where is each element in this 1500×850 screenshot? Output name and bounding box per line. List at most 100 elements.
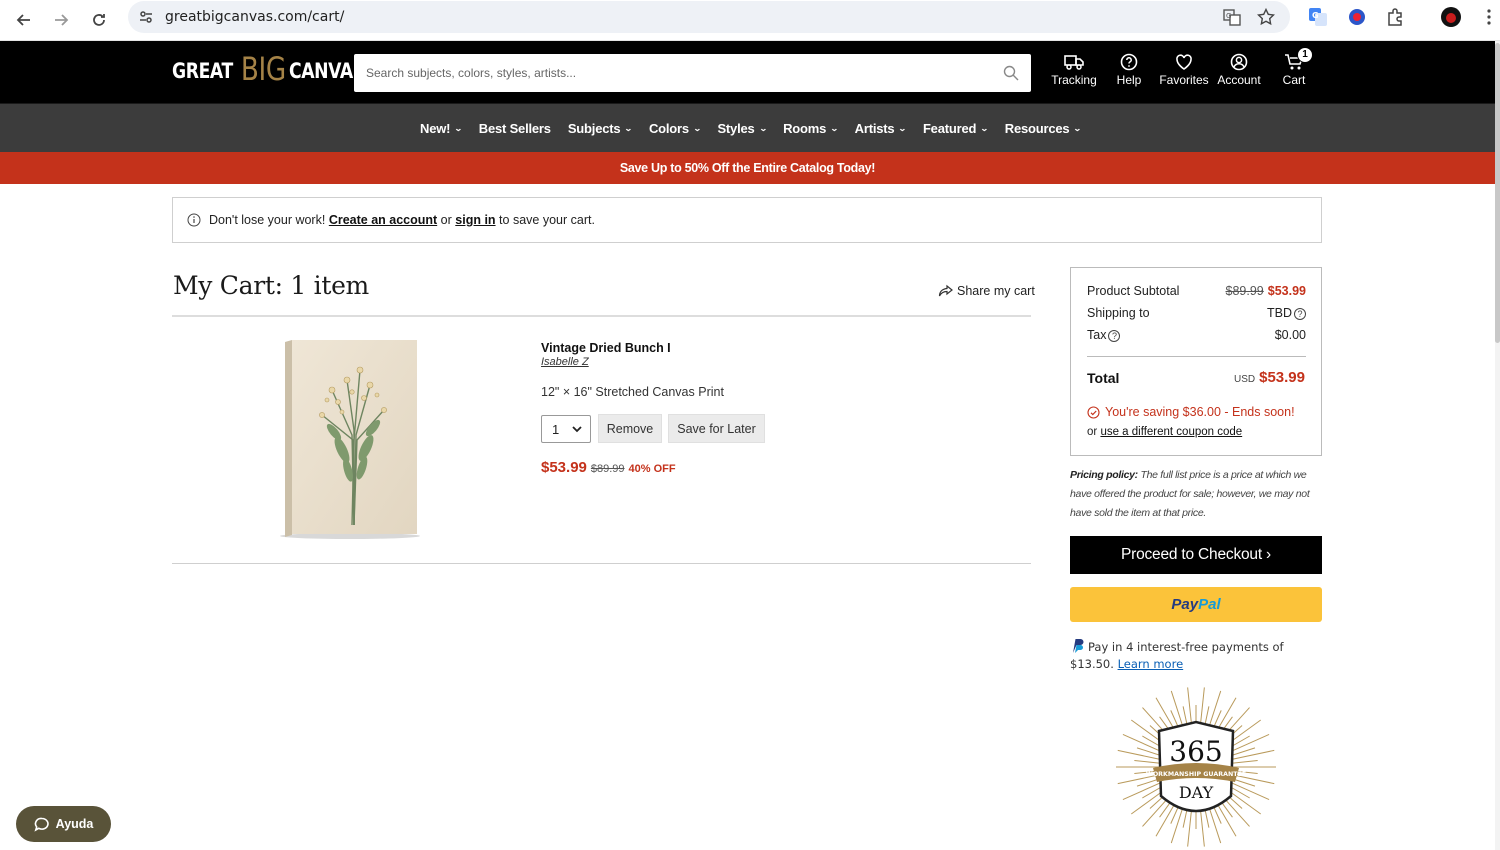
share-cart-link[interactable]: Share my cart	[938, 284, 1035, 298]
current-price: $53.99	[541, 459, 587, 476]
search-input[interactable]	[354, 54, 994, 92]
page-scrollbar[interactable]	[1495, 41, 1500, 850]
address-bar[interactable]: greatbigcanvas.com/cart/ G	[128, 1, 1290, 33]
notice-or: or	[440, 213, 452, 227]
cart-count-badge: 1	[1297, 47, 1313, 63]
guarantee-day: DAY	[1179, 783, 1214, 802]
guarantee-band: WORKMANSHIP GUARANTEE	[1146, 771, 1246, 778]
discount-badge: 40% OFF	[628, 463, 676, 475]
nav-item-subjects[interactable]: Subjects ⌄	[568, 121, 633, 136]
nav-item-styles[interactable]: Styles ⌄	[717, 121, 768, 136]
subtotal-now: $53.99	[1267, 284, 1306, 298]
notice-prefix: Don't lose your work!	[209, 213, 326, 227]
chevron-down-icon: ⌄	[692, 124, 702, 133]
coupon-row: or use a different coupon code	[1087, 426, 1243, 438]
chevron-down-icon: ⌄	[454, 124, 463, 133]
nav-item-resources[interactable]: Resources ⌄	[1005, 121, 1082, 136]
heart-icon	[1176, 54, 1192, 70]
shield-extension-icon[interactable]	[1346, 6, 1368, 28]
total-value: USD $53.99	[1233, 369, 1305, 386]
product-artist-link[interactable]: Isabelle Z	[541, 356, 589, 368]
bookmark-star-icon[interactable]	[1256, 7, 1276, 27]
search-box	[354, 54, 1031, 92]
chevron-down-icon: ⌄	[624, 124, 633, 133]
paypal-logo-icon	[1073, 639, 1084, 653]
chevron-down-icon: ⌄	[1073, 124, 1082, 133]
cart-button[interactable]: 1 Cart	[1264, 47, 1324, 87]
save-cart-notice: Don't lose your work! Create an account …	[172, 197, 1322, 243]
scrollbar-thumb[interactable]	[1495, 43, 1500, 343]
nav-item-rooms[interactable]: Rooms ⌄	[783, 121, 839, 136]
truck-icon	[1064, 55, 1084, 70]
help-icon	[1120, 53, 1138, 71]
share-icon	[938, 284, 953, 297]
product-image[interactable]	[272, 340, 420, 540]
check-circle-icon	[1087, 405, 1100, 419]
subtotal-was: $89.99	[1225, 284, 1264, 298]
extensions-puzzle-icon[interactable]	[1384, 6, 1406, 28]
site-header: GREAT BIG CANVAS. Tracking Help Favorite…	[0, 41, 1495, 103]
category-nav: New! ⌄ Best Sellers Subjects ⌄ Colors ⌄ Styles ⌄…	[0, 103, 1495, 152]
translate-icon[interactable]: G	[1222, 7, 1242, 27]
page-title: My Cart: 1 item	[173, 271, 369, 300]
promo-banner[interactable]: Save Up to 50% Off the Entire Catalog To…	[0, 152, 1495, 184]
svg-text:G: G	[1312, 11, 1319, 20]
nav-item-featured[interactable]: Featured ⌄	[923, 121, 989, 136]
divider	[172, 563, 1031, 564]
proceed-to-checkout-button[interactable]: Proceed to Checkout ›	[1070, 536, 1322, 574]
forward-icon[interactable]	[47, 6, 75, 34]
svg-text:G: G	[1226, 12, 1231, 20]
nav-item-best-sellers[interactable]: Best Sellers	[479, 121, 551, 136]
help-button[interactable]: Help	[1099, 53, 1159, 87]
product-name[interactable]: Vintage Dried Bunch I	[541, 341, 671, 355]
tracking-button[interactable]: Tracking	[1044, 53, 1104, 87]
account-icon	[1230, 53, 1248, 71]
search-icon[interactable]	[1003, 65, 1019, 81]
pay-later-message: Pay in 4 interest-free payments of $13.5…	[1070, 639, 1284, 671]
shipping-row: Shipping to TBD?	[1087, 306, 1306, 320]
info-icon	[187, 213, 201, 227]
chevron-down-icon: ⌄	[980, 124, 989, 133]
nav-item-colors[interactable]: Colors ⌄	[649, 121, 702, 136]
notice-suffix: to save your cart.	[499, 213, 595, 227]
product-price: $53.99 $89.99 40% OFF	[541, 459, 676, 476]
tax-help-icon[interactable]: ?	[1108, 330, 1121, 342]
back-icon[interactable]	[10, 6, 38, 34]
nav-item-artists[interactable]: Artists ⌄	[855, 121, 908, 136]
paypal-button[interactable]: Pay Pal	[1070, 587, 1322, 622]
nav-item-new[interactable]: New! ⌄	[420, 121, 463, 136]
shipping-help-icon[interactable]: ?	[1294, 308, 1306, 320]
learn-more-link[interactable]: Learn more	[1118, 657, 1184, 671]
divider	[1087, 356, 1306, 357]
savings-message: You're saving $36.00 - Ends soon!	[1087, 405, 1295, 419]
subtotal-row: Product Subtotal $89.99 $53.99	[1087, 284, 1306, 298]
order-summary: Product Subtotal $89.99 $53.99 Shipping t…	[1070, 267, 1322, 456]
original-price: $89.99	[590, 463, 625, 475]
pricing-policy: Pricing policy: The full list price is a…	[1070, 469, 1310, 519]
sign-in-link[interactable]: sign in	[455, 213, 495, 227]
save-for-later-button[interactable]: Save for Later	[668, 414, 765, 443]
help-chat-button[interactable]: Ayuda	[16, 806, 111, 842]
chat-bubble-icon	[34, 817, 49, 832]
profile-avatar-icon[interactable]	[1440, 6, 1462, 28]
divider	[172, 315, 1031, 317]
reload-icon[interactable]	[85, 6, 113, 34]
different-coupon-link[interactable]: use a different coupon code	[1100, 426, 1242, 438]
tax-row: Tax? $0.00	[1087, 328, 1306, 342]
favorites-button[interactable]: Favorites	[1154, 53, 1214, 87]
product-size: 12" × 16" Stretched Canvas Print	[541, 385, 724, 399]
create-account-link[interactable]: Create an account	[329, 213, 437, 227]
workmanship-guarantee-badge: 365 WORKMANSHIP GUARANTEE DAY	[1116, 687, 1276, 847]
site-settings-icon[interactable]	[138, 9, 154, 25]
google-translate-extension-icon[interactable]: G	[1307, 6, 1329, 28]
remove-button[interactable]: Remove	[598, 414, 662, 443]
quantity-select[interactable]: 1	[541, 415, 591, 443]
browser-menu-icon[interactable]	[1478, 6, 1500, 28]
chevron-down-icon: ⌄	[898, 124, 907, 133]
chevron-down-icon	[572, 425, 582, 432]
chevron-down-icon: ⌄	[758, 124, 768, 133]
chevron-down-icon: ⌄	[830, 124, 839, 133]
account-button[interactable]: Account	[1209, 53, 1269, 87]
url-text[interactable]: greatbigcanvas.com/cart/	[165, 9, 344, 25]
browser-toolbar: greatbigcanvas.com/cart/ G G	[0, 0, 1500, 41]
